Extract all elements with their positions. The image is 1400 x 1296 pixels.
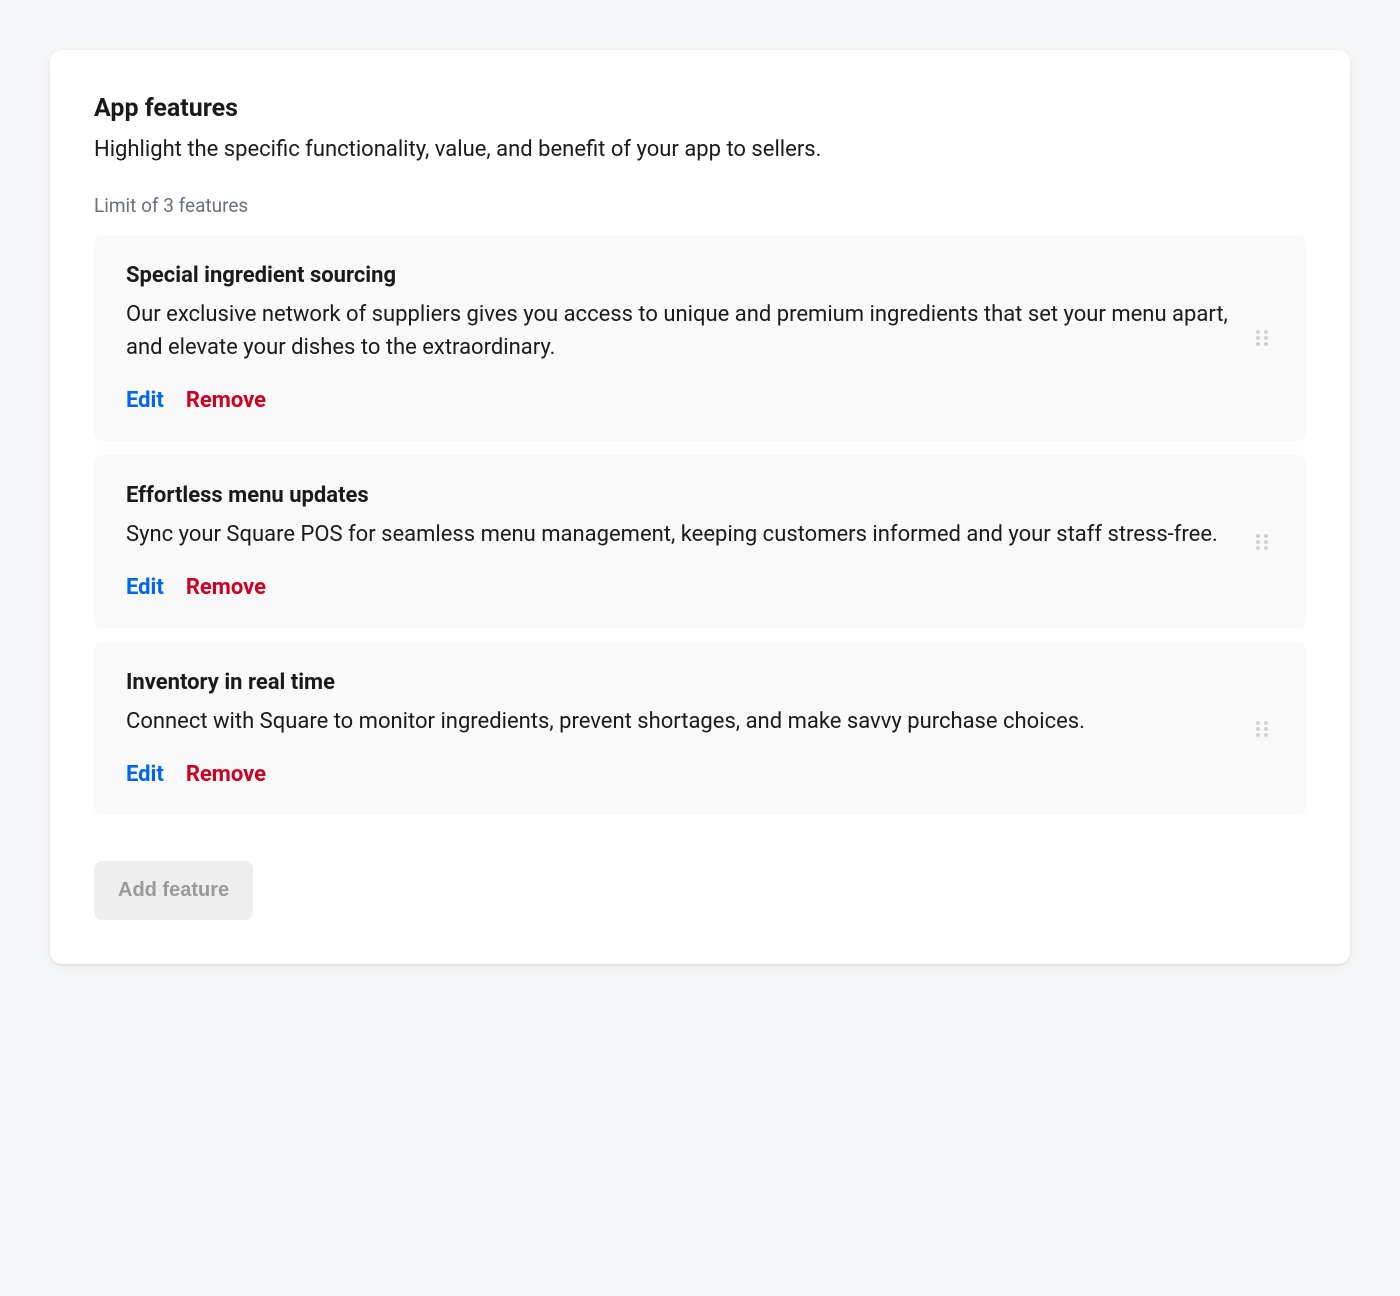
feature-actions: Edit Remove: [126, 762, 1230, 787]
remove-button[interactable]: Remove: [186, 762, 266, 787]
feature-card: Inventory in real time Connect with Squa…: [94, 642, 1306, 815]
feature-card: Effortless menu updates Sync your Square…: [94, 455, 1306, 628]
app-features-card: App features Highlight the specific func…: [50, 50, 1350, 964]
feature-actions: Edit Remove: [126, 388, 1230, 413]
add-feature-button[interactable]: Add feature: [94, 861, 253, 920]
feature-description: Connect with Square to monitor ingredien…: [126, 705, 1230, 738]
feature-title: Inventory in real time: [126, 670, 1230, 695]
remove-button[interactable]: Remove: [186, 575, 266, 600]
feature-title: Effortless menu updates: [126, 483, 1230, 508]
feature-content: Inventory in real time Connect with Squa…: [126, 670, 1230, 787]
edit-button[interactable]: Edit: [126, 762, 164, 787]
feature-card: Special ingredient sourcing Our exclusiv…: [94, 235, 1306, 441]
feature-title: Special ingredient sourcing: [126, 263, 1230, 288]
drag-handle-icon[interactable]: [1250, 526, 1274, 558]
edit-button[interactable]: Edit: [126, 575, 164, 600]
drag-handle-icon[interactable]: [1250, 322, 1274, 354]
remove-button[interactable]: Remove: [186, 388, 266, 413]
section-subtitle: Highlight the specific functionality, va…: [94, 133, 1306, 166]
feature-content: Special ingredient sourcing Our exclusiv…: [126, 263, 1230, 413]
feature-actions: Edit Remove: [126, 575, 1230, 600]
feature-description: Our exclusive network of suppliers gives…: [126, 298, 1230, 364]
drag-handle-icon[interactable]: [1250, 713, 1274, 745]
feature-limit-label: Limit of 3 features: [94, 194, 1306, 217]
feature-content: Effortless menu updates Sync your Square…: [126, 483, 1230, 600]
edit-button[interactable]: Edit: [126, 388, 164, 413]
feature-description: Sync your Square POS for seamless menu m…: [126, 518, 1230, 551]
section-title: App features: [94, 94, 1306, 123]
